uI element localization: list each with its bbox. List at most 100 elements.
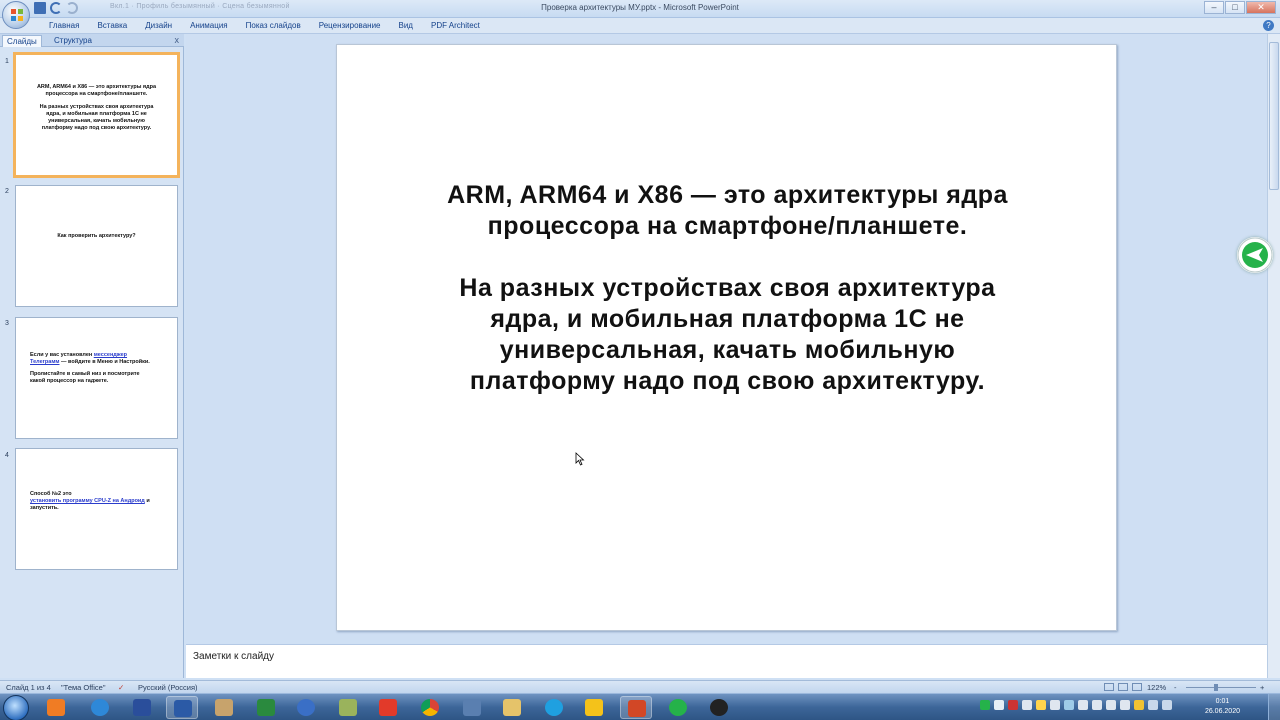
show-desktop-button[interactable] bbox=[1268, 694, 1280, 720]
tab-view[interactable]: Вид bbox=[390, 20, 422, 31]
zoom-slider-handle[interactable] bbox=[1214, 684, 1218, 691]
explorer-icon[interactable] bbox=[496, 696, 528, 719]
slide-count: Слайд 1 из 4 bbox=[6, 683, 51, 692]
thumb-text: и bbox=[144, 498, 150, 504]
current-slide[interactable]: ARM, ARM64 и X86 — это архитектуры ядра … bbox=[336, 44, 1117, 631]
slide-number: 4 bbox=[5, 452, 9, 459]
scrollbar-thumb[interactable] bbox=[1269, 42, 1279, 190]
messenger-icon[interactable] bbox=[662, 696, 694, 719]
slide-paragraph-2[interactable]: На разных устройствах своя архитектура я… bbox=[337, 273, 1118, 397]
thumb-text: На разных устройствах своя архитектура bbox=[39, 104, 154, 110]
language[interactable]: Русский (Россия) bbox=[138, 683, 198, 692]
thumb-text: Если у вас установлен bbox=[30, 352, 94, 358]
thumb-text: Как проверить архитектуру? bbox=[57, 233, 136, 239]
theme-name: "Тема Office" bbox=[61, 683, 106, 692]
network-icon[interactable] bbox=[1148, 700, 1158, 710]
internet-explorer-icon[interactable] bbox=[84, 696, 116, 719]
slide-paragraph-1[interactable]: ARM, ARM64 и X86 — это архитектуры ядра … bbox=[337, 180, 1118, 242]
window-controls: – □ ✕ bbox=[1204, 1, 1276, 14]
tray-app-icon[interactable] bbox=[1134, 700, 1144, 710]
thumb-text: какой процессор на гаджете. bbox=[30, 378, 109, 384]
tab-review[interactable]: Рецензирование bbox=[310, 20, 390, 31]
tray-app-icon[interactable] bbox=[1008, 700, 1018, 710]
media-player-icon[interactable] bbox=[40, 696, 72, 719]
thumb-link[interactable]: мессенджер bbox=[94, 352, 127, 358]
tray-app-icon[interactable] bbox=[1092, 700, 1102, 710]
word-icon[interactable] bbox=[166, 696, 198, 719]
notes-pane[interactable]: Заметки к слайду bbox=[186, 644, 1267, 678]
tray-app-icon[interactable] bbox=[1036, 700, 1046, 710]
thumb-text: ядра, и мобильная платформа 1С не bbox=[46, 111, 147, 117]
zoom-in-icon[interactable]: + bbox=[1260, 683, 1264, 692]
tab-insert[interactable]: Вставка bbox=[88, 20, 136, 31]
thumb-link[interactable]: Телеграмм bbox=[30, 359, 59, 365]
slide-sorter-icon[interactable] bbox=[1118, 683, 1128, 691]
notes-icon[interactable] bbox=[332, 696, 364, 719]
thunderbird-icon[interactable] bbox=[290, 696, 322, 719]
slide-thumbnail-3[interactable]: Если у вас установлен мессенджер Телегра… bbox=[15, 317, 178, 439]
start-button[interactable] bbox=[3, 695, 29, 720]
tray-app-icon[interactable] bbox=[1064, 700, 1074, 710]
mouse-cursor-icon bbox=[575, 452, 585, 466]
thumb-link[interactable]: установить программу CPU-Z на Андроид bbox=[30, 498, 145, 504]
volume-icon[interactable] bbox=[1162, 700, 1172, 710]
paint-icon[interactable] bbox=[208, 696, 240, 719]
zoom-slider[interactable] bbox=[1186, 687, 1256, 688]
help-icon[interactable]: ? bbox=[1263, 20, 1274, 31]
close-button[interactable]: ✕ bbox=[1246, 1, 1276, 14]
slide-thumbnail-2[interactable]: Как проверить архитектуру? bbox=[15, 185, 178, 307]
ribbon-tabs: Главная Вставка Дизайн Анимация Показ сл… bbox=[0, 18, 1280, 34]
send-arrow-icon[interactable] bbox=[1237, 237, 1273, 273]
slideshow-view-icon[interactable] bbox=[1132, 683, 1142, 691]
tray-app-icon[interactable] bbox=[1022, 700, 1032, 710]
taskbar: 0:01 26.06.2020 bbox=[0, 693, 1280, 720]
spellcheck-icon[interactable]: ✓ bbox=[118, 683, 124, 692]
office-button[interactable] bbox=[2, 1, 30, 29]
obs-icon[interactable] bbox=[703, 696, 735, 719]
slide-line: На разных устройствах своя архитектура bbox=[459, 274, 996, 302]
thumb-text: платформу надо под свою архитектуру. bbox=[41, 125, 152, 131]
tab-slides[interactable]: Слайды bbox=[2, 35, 42, 47]
slide-line: ядра, и мобильная платформа 1С не bbox=[490, 305, 965, 333]
save-icon[interactable] bbox=[126, 696, 158, 719]
office-logo-icon bbox=[11, 9, 23, 21]
excel-icon[interactable] bbox=[250, 696, 282, 719]
status-bar: Слайд 1 из 4 "Тема Office" ✓ Русский (Ро… bbox=[0, 680, 1280, 693]
slide-thumbnail-1[interactable]: ARM, ARM64 и X86 — это архитектуры ядра … bbox=[13, 52, 180, 178]
tab-pdf-architect[interactable]: PDF Architect bbox=[422, 20, 489, 31]
yandex-icon[interactable] bbox=[372, 696, 404, 719]
tray-app-icon[interactable] bbox=[1050, 700, 1060, 710]
tray-app-icon[interactable] bbox=[1120, 700, 1130, 710]
zoom-level[interactable]: 122% bbox=[1147, 683, 1166, 692]
chrome-icon[interactable] bbox=[414, 696, 446, 719]
tray-app-icon[interactable] bbox=[1106, 700, 1116, 710]
close-icon[interactable]: x bbox=[175, 35, 180, 45]
slides-panel: Слайды Структура x 1 ARM, ARM64 и X86 — … bbox=[0, 34, 184, 678]
thumb-text: Способ №2 это bbox=[30, 491, 72, 497]
tab-home[interactable]: Главная bbox=[40, 20, 88, 31]
tab-slideshow[interactable]: Показ слайдов bbox=[237, 20, 310, 31]
thumb-text: универсальная, качать мобильную bbox=[48, 118, 145, 124]
thumb-text: — войдите в Меню и Настройки. bbox=[59, 359, 150, 365]
slide-thumbnail-4[interactable]: Способ №2 это установить программу CPU-Z… bbox=[15, 448, 178, 570]
1c-icon[interactable] bbox=[578, 696, 610, 719]
normal-view-icon[interactable] bbox=[1104, 683, 1114, 691]
slide-number: 3 bbox=[5, 320, 9, 327]
tab-animation[interactable]: Анимация bbox=[181, 20, 237, 31]
maximize-button[interactable]: □ bbox=[1225, 1, 1245, 14]
thumb-text: Пролистайте в самый низ и посмотрите bbox=[30, 371, 140, 377]
minimize-button[interactable]: – bbox=[1204, 1, 1224, 14]
clock-date: 26.06.2020 bbox=[1204, 708, 1240, 715]
system-clock[interactable]: 0:01 26.06.2020 bbox=[1205, 697, 1240, 717]
tab-design[interactable]: Дизайн bbox=[136, 20, 181, 31]
tray-app-icon[interactable] bbox=[1078, 700, 1088, 710]
skype-icon[interactable] bbox=[538, 696, 570, 719]
slide-number: 1 bbox=[5, 58, 9, 65]
zoom-out-icon[interactable]: - bbox=[1174, 683, 1177, 692]
tray-app-icon[interactable] bbox=[994, 700, 1004, 710]
tab-outline[interactable]: Структура bbox=[50, 35, 96, 47]
vertical-scrollbar[interactable] bbox=[1267, 34, 1280, 678]
powerpoint-icon[interactable] bbox=[620, 696, 652, 719]
tray-arrow-icon[interactable] bbox=[980, 700, 990, 710]
computer-icon[interactable] bbox=[456, 696, 488, 719]
